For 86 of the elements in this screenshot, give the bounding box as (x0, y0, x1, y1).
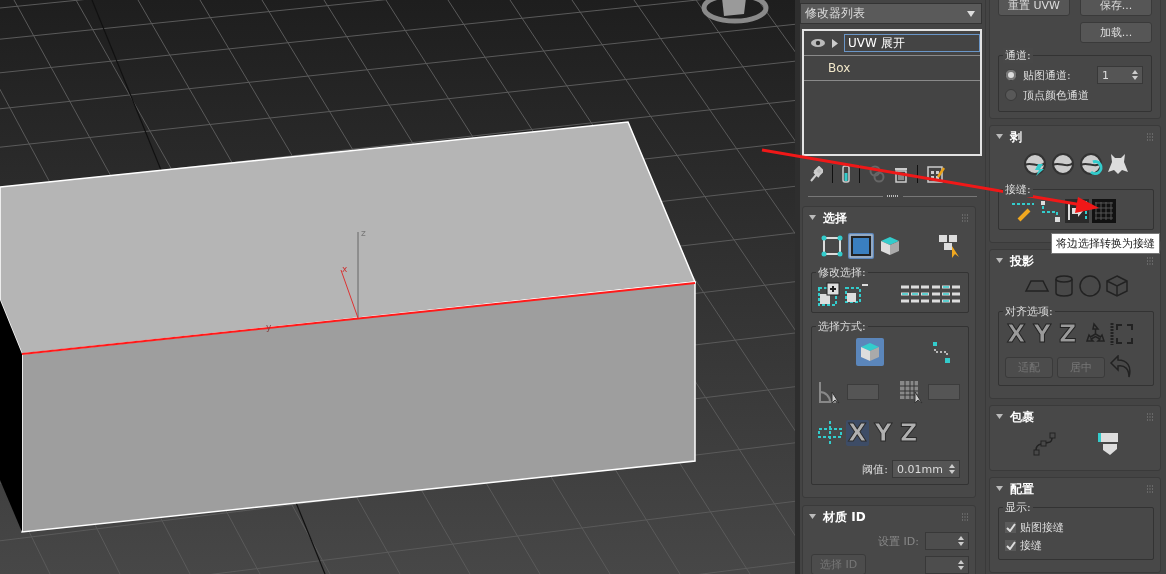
axis-toggle-button[interactable]: X (846, 420, 869, 446)
axis-toggle-button[interactable]: Z (897, 420, 920, 446)
angle-field[interactable] (847, 384, 879, 400)
align-axis-button[interactable]: Y (1031, 321, 1053, 347)
grip-icon[interactable] (961, 513, 969, 521)
loop-selection-icon[interactable] (901, 285, 929, 303)
check-icon (1005, 523, 1016, 532)
rollout-title[interactable]: 包裹 (1010, 408, 1034, 426)
set-id-field[interactable] (925, 532, 969, 550)
grid-cursor-icon[interactable] (899, 380, 925, 404)
map-channel-field[interactable]: 1 (1097, 66, 1143, 84)
collapse-icon[interactable] (809, 215, 816, 221)
spinner-arrows-icon[interactable] (1132, 70, 1138, 80)
spinner-arrows-icon[interactable] (958, 536, 964, 546)
seam-grid-icon[interactable] (1092, 199, 1116, 223)
check-icon (1005, 541, 1016, 550)
group-label: 通道: (1003, 48, 1033, 63)
axis-label: x (342, 264, 348, 274)
modifier-list-dropdown[interactable]: 修改器列表 (800, 3, 982, 24)
rollout-title[interactable]: 投影 (1010, 252, 1034, 270)
point-path-icon[interactable] (932, 341, 952, 363)
group-label: 选择方式: (816, 319, 868, 334)
group-label: 显示: (1003, 500, 1033, 515)
collapse-icon[interactable] (809, 514, 816, 520)
grip-icon[interactable] (1146, 257, 1154, 265)
peel-sphere-undo-icon[interactable] (1079, 152, 1103, 176)
rollout-title[interactable]: 剥 (1010, 128, 1022, 146)
spinner-arrows-icon[interactable] (958, 559, 964, 570)
threshold-field[interactable]: 0.01mm (892, 460, 960, 478)
stack-item[interactable]: UVW 展开 (844, 34, 980, 52)
group-label: 修改选择: (816, 265, 868, 280)
align-axis-button[interactable]: X (1005, 321, 1028, 347)
collapse-icon[interactable] (996, 486, 1003, 492)
panel-button[interactable]: 加载... (1080, 22, 1152, 43)
collapse-icon[interactable] (996, 258, 1003, 264)
checkbox-label[interactable]: 贴图接缝 (1020, 520, 1064, 535)
rollout-title[interactable]: 材质 ID (823, 508, 866, 526)
panel-button[interactable]: 重置 UVW (998, 0, 1070, 16)
vertex-mode-button[interactable] (819, 233, 845, 259)
test-tube-icon[interactable] (842, 165, 850, 183)
ring-selection-icon[interactable] (932, 285, 960, 303)
checkbox[interactable] (1005, 540, 1016, 551)
spinner-arrows-icon[interactable] (949, 464, 955, 474)
threshold-label: 阈值: (862, 461, 889, 477)
radio-button[interactable] (1005, 69, 1017, 81)
tooltip: 将边选择转换为接缝 (1051, 233, 1160, 254)
rollout-title[interactable]: 选择 (823, 209, 847, 227)
option-label[interactable]: 顶点颜色通道 (1023, 87, 1089, 103)
axis-label: z (361, 228, 366, 238)
eye-icon[interactable] (810, 38, 826, 48)
panel-button[interactable]: 保存... (1080, 0, 1152, 16)
grip-icon[interactable] (886, 195, 899, 198)
pencil-seam-icon[interactable] (1011, 200, 1037, 222)
pin-icon[interactable] (809, 166, 823, 182)
polygon-mode-button[interactable] (848, 233, 874, 259)
stack-item[interactable]: Box (824, 59, 855, 77)
checkbox-label[interactable]: 接缝 (1020, 538, 1042, 553)
group-label: 对齐选项: (1003, 304, 1055, 319)
edit-grid-icon[interactable] (927, 165, 945, 183)
axis-toggle-button[interactable]: Y (872, 420, 894, 446)
select-id-field[interactable] (925, 555, 969, 574)
peel-sphere-bolt-icon[interactable] (1023, 152, 1047, 176)
axis-label: y (266, 322, 272, 332)
option-label[interactable]: 贴图通道: (1023, 67, 1071, 83)
group-label: 接缝: (1003, 182, 1033, 197)
element-select-button[interactable] (856, 338, 884, 366)
planar-field[interactable] (928, 384, 960, 400)
shrink-selection-icon[interactable] (845, 282, 869, 306)
ribbon-strip-icon[interactable] (1097, 432, 1119, 456)
collapse-icon[interactable] (996, 414, 1003, 420)
grip-icon[interactable] (961, 214, 969, 222)
grip-icon[interactable] (1146, 133, 1154, 141)
collapse-icon[interactable] (996, 134, 1003, 140)
expand-icon[interactable] (832, 38, 838, 48)
caret-icon (967, 10, 975, 17)
checkbox[interactable] (1005, 522, 1016, 533)
align-axis-button[interactable]: Z (1056, 321, 1079, 347)
rollout-title[interactable]: 配置 (1010, 480, 1034, 498)
grip-icon[interactable] (1146, 485, 1154, 493)
grow-selection-icon[interactable] (818, 282, 842, 306)
peel-sphere-icon[interactable] (1051, 152, 1075, 176)
view-cube[interactable] (701, 0, 769, 24)
grip-icon[interactable] (1146, 413, 1154, 421)
point-path-icon[interactable] (1040, 200, 1062, 222)
radio-button[interactable] (1005, 89, 1017, 101)
trash-icon[interactable] (894, 165, 908, 183)
